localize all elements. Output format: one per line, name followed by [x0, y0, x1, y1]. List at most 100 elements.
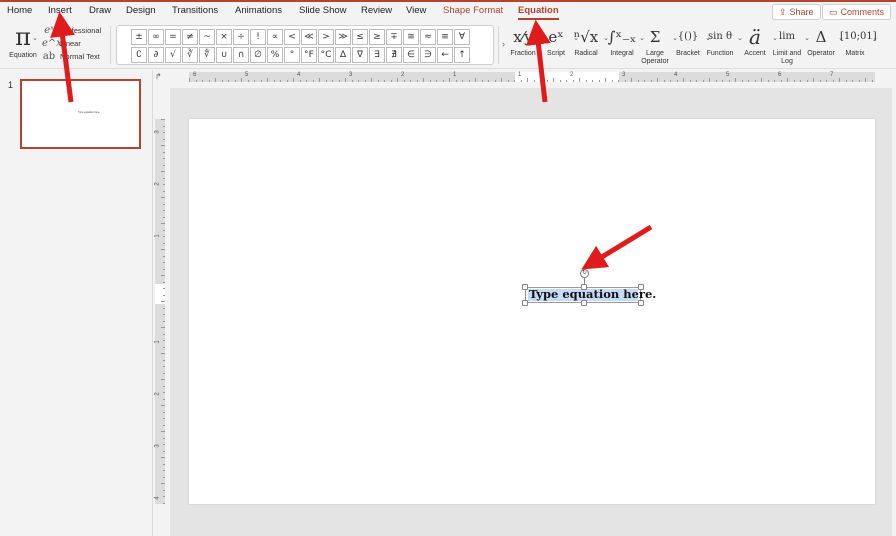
- symbol-button[interactable]: ↑: [454, 47, 470, 63]
- symbol-button[interactable]: ∆: [335, 47, 351, 63]
- horizontal-ruler[interactable]: 6 5 4 3 2 1 1 2 3 4 5 6 7: [189, 72, 875, 82]
- chevron-down-icon[interactable]: ⌄: [872, 34, 878, 42]
- share-button[interactable]: ⇪ Share: [772, 4, 821, 20]
- symbol-button[interactable]: ∂: [148, 47, 164, 63]
- symbol-button[interactable]: ∩: [233, 47, 249, 63]
- ruler-tick: [163, 314, 165, 315]
- resize-handle[interactable]: [638, 300, 644, 306]
- rotate-handle-icon[interactable]: ↻: [580, 269, 589, 278]
- tab-home[interactable]: Home: [7, 5, 32, 16]
- comments-button[interactable]: ▭ Comments: [822, 4, 892, 20]
- symbol-button[interactable]: ∞: [148, 29, 164, 45]
- ruler-tick: [553, 78, 554, 82]
- symbol-button[interactable]: °C: [318, 47, 334, 63]
- ruler-tick: [161, 197, 165, 198]
- tab-equation[interactable]: Equation: [518, 5, 559, 20]
- tab-view[interactable]: View: [406, 5, 426, 16]
- equation-textbox[interactable]: ↻ Type equation here.: [522, 269, 656, 306]
- symbol-button[interactable]: ∛: [182, 47, 198, 63]
- symbol-button[interactable]: ≠: [182, 29, 198, 45]
- symbol-button[interactable]: °F: [301, 47, 317, 63]
- chevron-down-icon[interactable]: ⌄: [32, 34, 38, 42]
- symbol-button[interactable]: ∓: [386, 29, 402, 45]
- professional-option[interactable]: eˣ Professional: [42, 24, 101, 37]
- symbol-button[interactable]: ×: [216, 29, 232, 45]
- tab-slide-show[interactable]: Slide Show: [299, 5, 347, 16]
- symbol-button[interactable]: ÷: [233, 29, 249, 45]
- symbol-button[interactable]: ≡: [437, 29, 453, 45]
- symbol-button[interactable]: !: [250, 29, 266, 45]
- tab-stop-selector[interactable]: ↱: [155, 72, 166, 82]
- tab-shape-format[interactable]: Shape Format: [443, 5, 503, 16]
- symbol-button[interactable]: ∅: [250, 47, 266, 63]
- bracket-button[interactable]: {()} Bracket ⌄: [673, 24, 711, 58]
- operator-button[interactable]: Δ Operator ⌄: [806, 24, 844, 58]
- symbol-button[interactable]: =: [165, 29, 181, 45]
- normal-text-option[interactable]: ab Normal Text: [42, 50, 101, 63]
- ruler-tick: [293, 78, 294, 82]
- symbol-button[interactable]: ∈: [403, 47, 419, 63]
- symbol-button[interactable]: ≥: [369, 29, 385, 45]
- ruler-tick: [670, 80, 671, 82]
- ruler-tick: [871, 80, 873, 82]
- vertical-ruler[interactable]: 3 2 1 1 2 3 4: [155, 119, 165, 504]
- resize-handle[interactable]: [522, 300, 528, 306]
- symbol-button[interactable]: °: [284, 47, 300, 63]
- symbol-button[interactable]: >: [318, 29, 334, 45]
- tab-review[interactable]: Review: [361, 5, 392, 16]
- ruler-tick: [845, 80, 847, 82]
- radical-button[interactable]: ⁿ√x Radical ⌄: [571, 24, 609, 58]
- slide-thumbnail[interactable]: Type equation here.: [20, 79, 141, 149]
- resize-handle[interactable]: [522, 284, 528, 290]
- function-button[interactable]: sin θ Function ⌄: [705, 24, 743, 58]
- symbol-button[interactable]: ~: [199, 29, 215, 45]
- symbol-button[interactable]: ←: [437, 47, 453, 63]
- symbol-button[interactable]: ∇: [352, 47, 368, 63]
- fraction-button[interactable]: x⁄y Fraction ⌄: [508, 24, 546, 58]
- symbol-button[interactable]: ∝: [267, 29, 283, 45]
- symbol-button[interactable]: ≅: [403, 29, 419, 45]
- ruler-tick: [559, 80, 561, 82]
- symbol-button[interactable]: ∋: [420, 47, 436, 63]
- symbol-button[interactable]: √: [165, 47, 181, 63]
- ruler-label: 4: [297, 72, 301, 78]
- slide[interactable]: ↻ Type equation here.: [189, 119, 875, 504]
- operator-icon: Δ: [815, 28, 827, 46]
- symbol-button[interactable]: <: [284, 29, 300, 45]
- gallery-more-button[interactable]: ›: [502, 39, 505, 49]
- resize-handle[interactable]: [581, 284, 587, 290]
- symbol-button[interactable]: ≤: [352, 29, 368, 45]
- ruler-tick: [722, 80, 723, 82]
- symbol-button[interactable]: ≈: [420, 29, 436, 45]
- ruler-tick: [161, 119, 165, 120]
- tab-design[interactable]: Design: [126, 5, 156, 16]
- linear-option[interactable]: e^x Linear: [42, 37, 101, 50]
- insert-equation-button[interactable]: π Equation: [6, 24, 40, 64]
- symbol-button[interactable]: ∄: [386, 47, 402, 63]
- symbol-button[interactable]: ∀: [454, 29, 470, 45]
- ruler-tick: [416, 80, 418, 82]
- symbol-button[interactable]: %: [267, 47, 283, 63]
- limit-and-log-button[interactable]: lim Limit and Log ⌄: [772, 24, 810, 66]
- resize-handle[interactable]: [638, 284, 644, 290]
- symbol-button[interactable]: ∁: [131, 47, 147, 63]
- ruler-tick: [767, 80, 769, 82]
- ruler-tick: [637, 80, 639, 82]
- resize-handle[interactable]: [581, 300, 587, 306]
- symbol-button[interactable]: ∜: [199, 47, 215, 63]
- tab-draw[interactable]: Draw: [89, 5, 111, 16]
- tab-animations[interactable]: Animations: [235, 5, 282, 16]
- share-icon: ⇪: [779, 6, 787, 17]
- tab-transitions[interactable]: Transitions: [172, 5, 218, 16]
- integral-button[interactable]: ∫ˣ₋ₓ Integral ⌄: [607, 24, 645, 58]
- symbol-button[interactable]: ∪: [216, 47, 232, 63]
- large-operator-button[interactable]: Σ Large Operator ⌄: [640, 24, 678, 66]
- tab-insert[interactable]: Insert: [48, 5, 72, 16]
- symbol-button[interactable]: ±: [131, 29, 147, 45]
- script-button[interactable]: eˣ Script ⌄: [541, 24, 579, 58]
- accent-button[interactable]: ä Accent ⌄: [740, 24, 778, 58]
- matrix-button[interactable]: [10;01] Matrix ⌄: [840, 24, 878, 58]
- symbol-button[interactable]: ≪: [301, 29, 317, 45]
- symbol-button[interactable]: ≫: [335, 29, 351, 45]
- symbol-button[interactable]: ∃: [369, 47, 385, 63]
